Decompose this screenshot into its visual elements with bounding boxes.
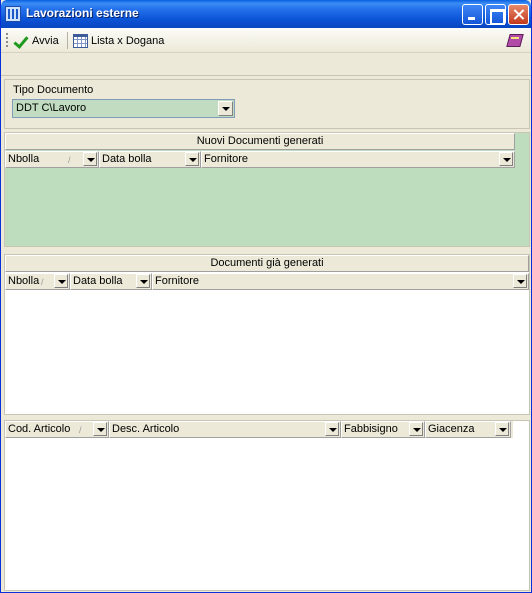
column-label: Nbolla <box>8 153 40 165</box>
toolbar: Avvia Lista x Dogana <box>1 28 531 53</box>
tipo-documento-label: Tipo Documento <box>13 84 94 96</box>
chevron-down-icon[interactable] <box>54 274 68 288</box>
existing-documents-caption: Documenti già generati <box>5 255 529 272</box>
new-documents-caption: Nuovi Documenti generati <box>5 133 515 150</box>
articles-grid[interactable]: Cod. Articolo / Desc. Articolo Fabbisign… <box>4 420 530 591</box>
chevron-down-icon[interactable] <box>136 274 150 288</box>
maximize-button[interactable] <box>485 4 506 25</box>
window-title: Lavorazioni esterne <box>26 6 139 20</box>
sort-icon: / <box>41 277 44 287</box>
column-label: Nbolla <box>8 275 40 287</box>
app-icon <box>5 6 21 22</box>
chevron-down-icon[interactable] <box>218 101 233 116</box>
column-desc-articolo[interactable]: Desc. Articolo <box>109 421 341 438</box>
toolbar-separator <box>67 32 68 49</box>
tipo-documento-select[interactable]: DDT C\Lavoro <box>12 99 235 118</box>
column-label: Data bolla <box>73 275 123 287</box>
calendar-icon <box>73 33 88 48</box>
empty-band <box>1 54 531 76</box>
existing-documents-grid[interactable]: Documenti già generati Nbolla / Data bol… <box>4 254 530 415</box>
column-fabbisigno[interactable]: Fabbisigno <box>341 421 425 438</box>
lista-dogana-button[interactable]: Lista x Dogana <box>73 31 164 50</box>
main-window: Lavorazioni esterne Avvia Lista x Dogana… <box>0 0 532 593</box>
chevron-down-icon[interactable] <box>409 422 423 436</box>
book-icon[interactable] <box>507 32 523 48</box>
toolbar-grip[interactable] <box>6 33 8 48</box>
chevron-down-icon[interactable] <box>185 152 199 166</box>
title-bar[interactable]: Lavorazioni esterne <box>1 0 531 28</box>
check-icon <box>13 33 29 49</box>
tipo-documento-group: Tipo Documento DDT C\Lavoro <box>4 79 530 129</box>
column-giacenza[interactable]: Giacenza <box>425 421 511 438</box>
articles-headers: Cod. Articolo / Desc. Articolo Fabbisign… <box>5 421 513 438</box>
sort-icon: / <box>68 155 71 165</box>
chevron-down-icon[interactable] <box>495 422 509 436</box>
lista-dogana-label: Lista x Dogana <box>91 34 165 47</box>
existing-documents-headers: Nbolla / Data bolla Fornitore <box>5 273 529 290</box>
column-label: Data bolla <box>102 153 152 165</box>
new-documents-headers: Nbolla / Data bolla Fornitore <box>5 151 515 168</box>
chevron-down-icon[interactable] <box>93 422 107 436</box>
new-documents-grid[interactable]: Nuovi Documenti generati Nbolla / Data b… <box>4 132 530 247</box>
chevron-down-icon[interactable] <box>499 152 513 166</box>
column-data-bolla[interactable]: Data bolla <box>70 273 152 290</box>
chevron-down-icon[interactable] <box>325 422 339 436</box>
column-nbolla[interactable]: Nbolla / <box>5 151 99 168</box>
column-cod-articolo[interactable]: Cod. Articolo / <box>5 421 109 438</box>
column-label: Fornitore <box>204 153 249 165</box>
avvia-label: Avvia <box>32 34 59 47</box>
column-fornitore[interactable]: Fornitore <box>201 151 515 168</box>
avvia-button[interactable]: Avvia <box>13 31 59 50</box>
column-label: Fabbisigno <box>344 423 398 435</box>
column-label: Desc. Articolo <box>112 423 180 435</box>
minimize-button[interactable] <box>462 4 483 25</box>
column-label: Giacenza <box>428 423 475 435</box>
chevron-down-icon[interactable] <box>83 152 97 166</box>
sort-icon: / <box>79 425 82 435</box>
tipo-documento-value: DDT C\Lavoro <box>16 102 87 114</box>
column-label: Fornitore <box>155 275 200 287</box>
column-data-bolla[interactable]: Data bolla <box>99 151 201 168</box>
column-label: Cod. Articolo <box>8 423 71 435</box>
close-button[interactable] <box>508 4 529 25</box>
column-nbolla[interactable]: Nbolla / <box>5 273 70 290</box>
column-fornitore[interactable]: Fornitore <box>152 273 529 290</box>
chevron-down-icon[interactable] <box>513 274 527 288</box>
